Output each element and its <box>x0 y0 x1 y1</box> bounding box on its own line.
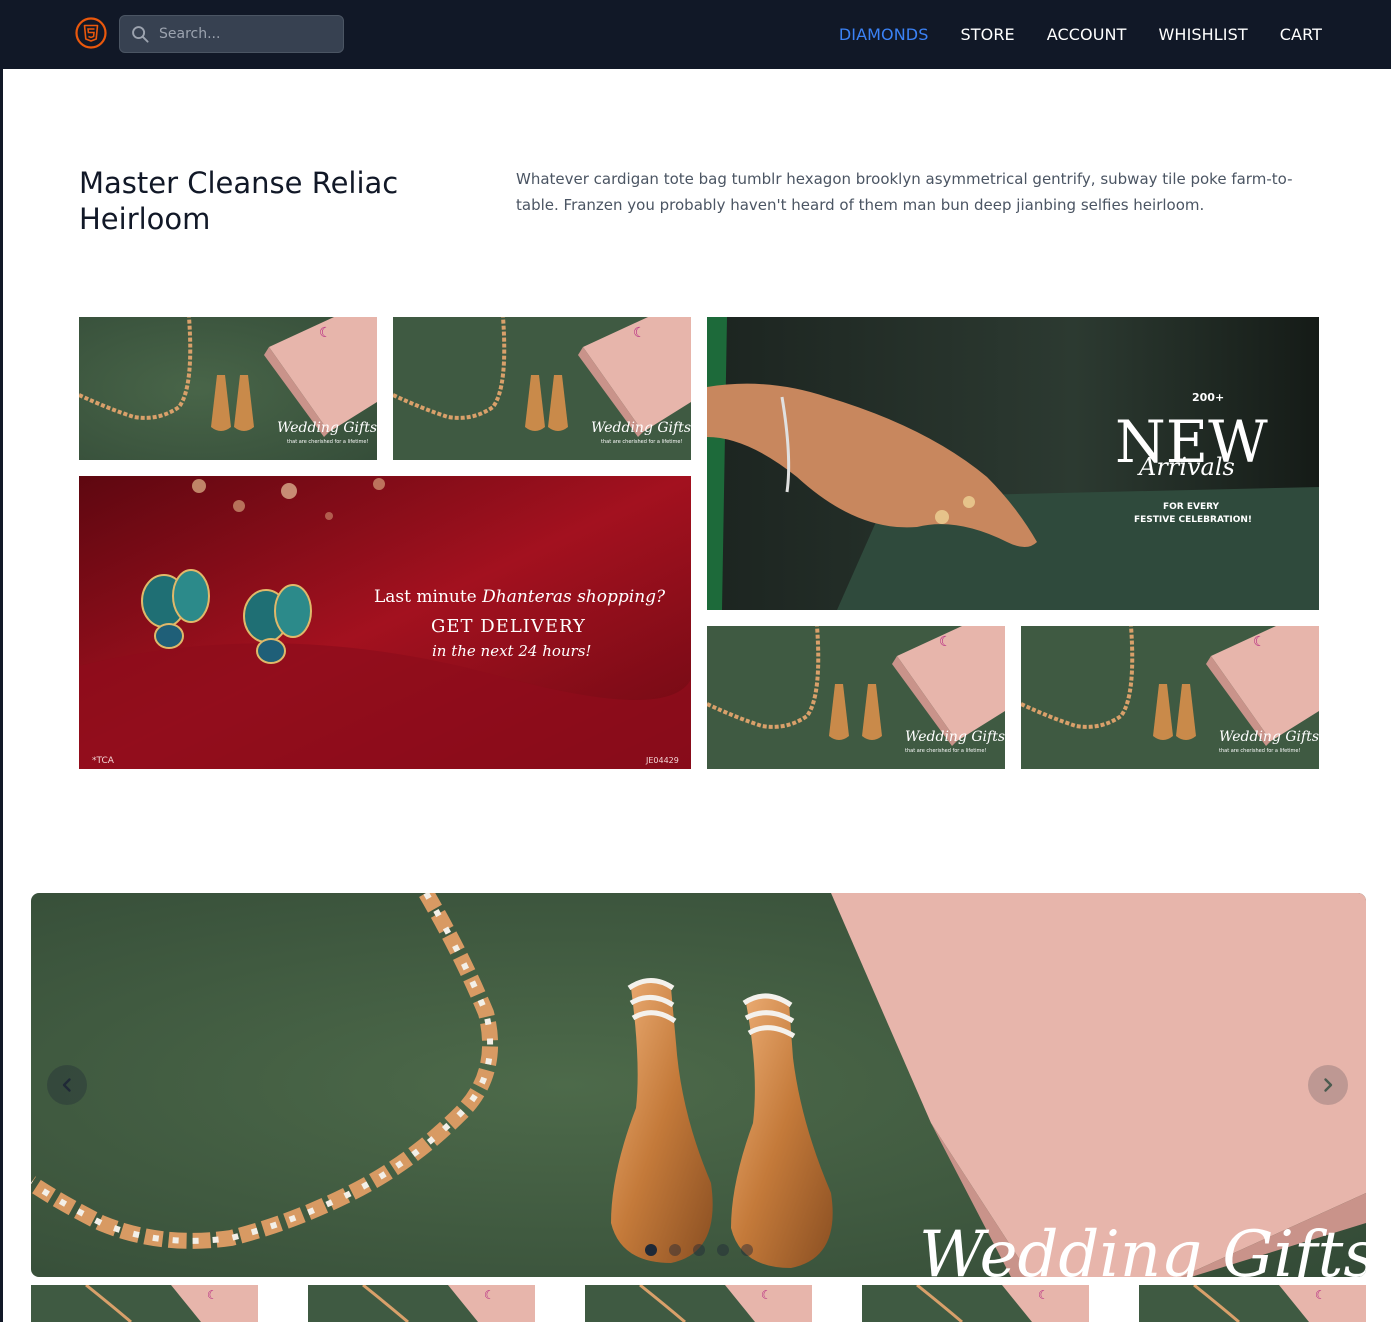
main-nav: DIAMONDS STORE ACCOUNT WHISHLIST CART <box>839 0 1322 69</box>
carousel-thumbnail[interactable]: ☾ <box>1139 1285 1366 1322</box>
nav-link-cart[interactable]: CART <box>1280 25 1322 44</box>
image-carousel: Wedding Gifts <box>31 893 1366 1277</box>
carousel-dot-1[interactable] <box>645 1244 657 1256</box>
carousel-dot-2[interactable] <box>669 1244 681 1256</box>
carousel-next-button[interactable] <box>1308 1065 1348 1105</box>
svg-text:☾: ☾ <box>1315 1288 1326 1302</box>
get-delivery-text: GET DELIVERY <box>431 616 586 637</box>
wedding-gifts-subtext: that are cherished for a lifetime! <box>1219 748 1301 754</box>
carousel-thumbnail[interactable]: ☾ <box>308 1285 535 1322</box>
svg-text:in the next 24 hours!: in the next 24 hours! <box>432 642 591 660</box>
wedding-gifts-subtext: that are cherished for a lifetime! <box>601 439 683 445</box>
chevron-right-icon <box>1324 1078 1333 1092</box>
svg-text:☾: ☾ <box>633 325 646 341</box>
page-title: Master Cleanse Reliac Heirloom <box>79 166 399 236</box>
wedding-gifts-subtext: that are cherished for a lifetime! <box>905 748 987 754</box>
gallery-image-dhanteras[interactable]: Last minute Dhanteras shopping? GET DELI… <box>79 476 691 769</box>
carousel-indicators <box>645 1244 753 1256</box>
svg-text:*TCA: *TCA <box>92 756 115 766</box>
svg-text:JE04429: JE04429 <box>645 756 679 765</box>
nav-link-diamonds[interactable]: DIAMONDS <box>839 25 929 44</box>
svg-text:FOR EVERY: FOR EVERY <box>1163 502 1220 512</box>
carousel-caption: Wedding Gifts <box>919 1218 1366 1277</box>
carousel-thumbnails: ☾ ☾ ☾ ☾ ☾ <box>31 1285 1366 1322</box>
html5-logo-icon[interactable] <box>75 17 107 49</box>
carousel-thumbnail[interactable]: ☾ <box>585 1285 812 1322</box>
svg-text:Last minute Dhanteras sh: Last minute Dhanteras shopping? <box>374 587 666 607</box>
nav-link-account[interactable]: ACCOUNT <box>1047 25 1127 44</box>
svg-text:Arrivals: Arrivals <box>1137 453 1235 481</box>
carousel-slide-image: Wedding Gifts <box>31 893 1366 1277</box>
svg-text:200+: 200+ <box>1192 391 1224 404</box>
wedding-gifts-text: Wedding Gifts <box>591 420 691 436</box>
carousel-dot-3[interactable] <box>693 1244 705 1256</box>
gallery-image-wedding-gifts-3[interactable]: ☾ Wedding Gifts that are cherished for a… <box>707 626 1005 769</box>
wedding-gifts-text: Wedding Gifts <box>277 420 377 436</box>
gallery-image-wedding-gifts-1[interactable]: ☾ Wedding Gifts that are cherished for a… <box>79 317 377 460</box>
carousel-dot-5[interactable] <box>741 1244 753 1256</box>
gallery-image-new-arrivals[interactable]: 200+ NEW Arrivals FOR EVERY FESTIVE CELE… <box>707 317 1319 610</box>
gallery-image-wedding-gifts-4[interactable]: ☾ Wedding Gifts that are cherished for a… <box>1021 626 1319 769</box>
svg-text:☾: ☾ <box>207 1288 218 1302</box>
carousel-thumbnail[interactable]: ☾ <box>31 1285 258 1322</box>
wedding-gifts-text: Wedding Gifts <box>1219 729 1319 745</box>
page-description: Whatever cardigan tote bag tumblr hexago… <box>516 170 1293 214</box>
svg-text:☾: ☾ <box>1253 634 1266 650</box>
svg-text:☾: ☾ <box>1038 1288 1049 1302</box>
svg-text:☾: ☾ <box>761 1288 772 1302</box>
carousel-prev-button[interactable] <box>47 1065 87 1105</box>
nav-link-wishlist[interactable]: WHISHLIST <box>1159 25 1248 44</box>
svg-text:☾: ☾ <box>319 325 332 341</box>
carousel-dot-4[interactable] <box>717 1244 729 1256</box>
gallery-image-wedding-gifts-2[interactable]: ☾ Wedding Gifts that are cherished for a… <box>393 317 691 460</box>
chevron-left-icon <box>62 1078 71 1092</box>
nav-link-store[interactable]: STORE <box>961 25 1015 44</box>
navbar: DIAMONDS STORE ACCOUNT WHISHLIST CART <box>0 0 1391 69</box>
wedding-gifts-subtext: that are cherished for a lifetime! <box>287 439 369 445</box>
search-input[interactable] <box>159 16 339 52</box>
search-icon <box>132 26 149 43</box>
svg-text:FESTIVE CELEBRATION!: FESTIVE CELEBRATION! <box>1134 515 1252 525</box>
wedding-gifts-text: Wedding Gifts <box>905 729 1005 745</box>
search-box[interactable] <box>119 15 344 53</box>
svg-text:☾: ☾ <box>484 1288 495 1302</box>
svg-text:☾: ☾ <box>939 634 952 650</box>
left-border <box>0 0 3 1322</box>
carousel-thumbnail[interactable]: ☾ <box>862 1285 1089 1322</box>
